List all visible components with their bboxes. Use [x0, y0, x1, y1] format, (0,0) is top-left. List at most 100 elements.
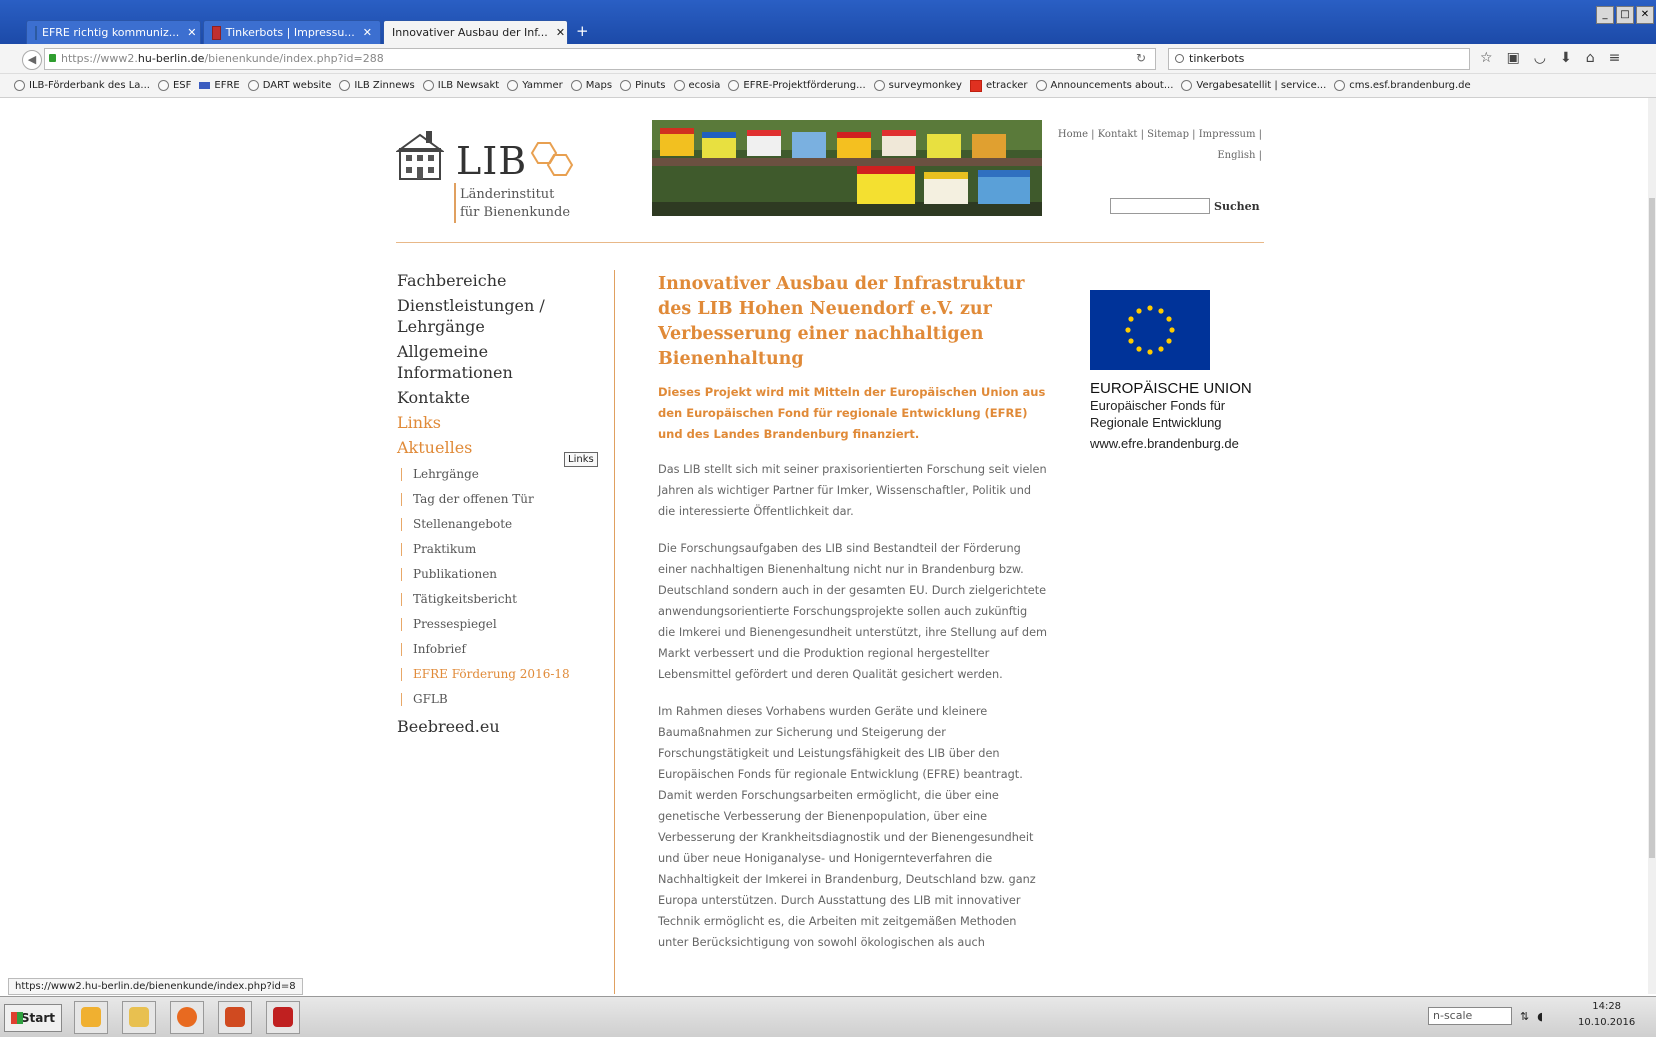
globe-icon: [157, 80, 169, 91]
scrollbar[interactable]: [1648, 98, 1656, 994]
bookmarks-toolbar: ILB-Förderbank des La... ESF EFRE DART w…: [0, 74, 1656, 98]
utility-links-line[interactable]: Home | Kontakt | Sitemap | Impressum |: [1050, 124, 1262, 145]
download-icon[interactable]: ⬇: [1560, 50, 1572, 66]
sidebar-navigation: Fachbereiche Dienstleistungen / Lehrgäng…: [397, 270, 597, 741]
globe-icon: [14, 80, 25, 91]
site-search-button[interactable]: Suchen: [1214, 200, 1260, 213]
bookmark-label: cms.esf.brandenburg.de: [1349, 80, 1471, 91]
tab-tinkerbots[interactable]: Tinkerbots | Impressu... ✕: [203, 20, 381, 44]
bookmark-item[interactable]: Announcements about...: [1035, 80, 1173, 91]
bookmark-label: ILB Newsakt: [437, 80, 500, 91]
subnav-tag-der-offenen-tuer[interactable]: Tag der offenen Tür: [397, 487, 597, 512]
eu-subtitle: Europäischer Fonds für: [1090, 398, 1226, 413]
page-favicon-icon: [35, 25, 37, 40]
eu-website-link[interactable]: www.efre.brandenburg.de: [1090, 436, 1290, 451]
bookmark-item[interactable]: ecosia: [673, 80, 721, 91]
subnav-infobrief[interactable]: Infobrief: [397, 637, 597, 662]
volume-icon[interactable]: ◖: [1537, 1010, 1543, 1023]
bookmark-label: Yammer: [522, 80, 563, 91]
maximize-icon[interactable]: □: [1616, 6, 1634, 24]
main-article: Innovativer Ausbau der Infrastruktur des…: [658, 272, 1048, 969]
scrollbar-thumb[interactable]: [1649, 198, 1655, 858]
subnav-efre-foerderung[interactable]: EFRE Förderung 2016-18: [397, 662, 597, 687]
globe-icon: [1334, 80, 1346, 91]
subnav-taetigkeitsbericht[interactable]: Tätigkeitsbericht: [397, 587, 597, 612]
start-button[interactable]: Start: [4, 1004, 62, 1032]
close-tab-icon[interactable]: ✕: [363, 26, 372, 39]
nav-fachbereiche[interactable]: Fachbereiche: [397, 270, 597, 291]
url-path: /bienenkunde/index.php?id=288: [204, 52, 384, 65]
tab-active[interactable]: Innovativer Ausbau der Inf... ✕: [383, 20, 568, 44]
subnav-stellenangebote[interactable]: Stellenangebote: [397, 512, 597, 537]
star-icon[interactable]: ☆: [1480, 50, 1493, 66]
bookmark-label: ecosia: [688, 80, 721, 91]
bookmark-item[interactable]: Vergabesatellit | service...: [1181, 80, 1326, 91]
network-icon[interactable]: ⇅: [1520, 1010, 1529, 1023]
taskbar-app[interactable]: [218, 1001, 252, 1034]
pocket-icon[interactable]: ◡: [1534, 50, 1546, 66]
subnav-publikationen[interactable]: Publikationen: [397, 562, 597, 587]
taskbar-app[interactable]: [122, 1001, 156, 1034]
lock-icon: [49, 54, 56, 62]
bookmark-item[interactable]: EFRE: [199, 80, 240, 91]
page-favicon-icon: [212, 25, 221, 40]
bookmark-item[interactable]: DART website: [247, 80, 331, 91]
bookmark-item[interactable]: etracker: [969, 79, 1028, 92]
minimize-icon[interactable]: _: [1596, 6, 1614, 24]
bookmark-item[interactable]: ESF: [157, 80, 191, 91]
taskbar-app[interactable]: [266, 1001, 300, 1034]
beehive-banner-image: [652, 120, 1042, 216]
eu-subtitle: Regionale Entwicklung: [1090, 415, 1222, 430]
nav-kontakte[interactable]: Kontakte: [397, 387, 597, 408]
bookmark-item[interactable]: Maps: [570, 80, 612, 91]
menu-icon[interactable]: ≡: [1609, 50, 1621, 66]
new-tab-button[interactable]: +: [576, 20, 589, 44]
home-icon[interactable]: ⌂: [1586, 50, 1595, 66]
taskbar: Start n-scale ⇅ ◖ 14:28 10.10.2016: [0, 996, 1656, 1037]
close-window-icon[interactable]: ✕: [1636, 6, 1654, 24]
bookmark-label: Pinuts: [635, 80, 666, 91]
clock[interactable]: 14:28 10.10.2016: [1578, 999, 1635, 1031]
address-bar[interactable]: https://www2.hu-berlin.de/bienenkunde/in…: [44, 48, 1156, 70]
url-domain: hu-berlin.de: [137, 52, 205, 65]
bookmark-item[interactable]: EFRE-Projektförderung...: [728, 80, 866, 91]
logo-subtitle: Länderinstitut: [460, 187, 555, 202]
nav-links[interactable]: Links: [397, 412, 597, 433]
utility-links-line[interactable]: English |: [1050, 145, 1262, 166]
bookmark-item[interactable]: ILB-Förderbank des La...: [14, 80, 150, 91]
utility-links[interactable]: Home | Kontakt | Sitemap | Impressum | E…: [1050, 124, 1262, 166]
tab-efre[interactable]: EFRE richtig kommuniz... ✕: [26, 20, 201, 44]
reload-icon[interactable]: ↻: [1136, 51, 1146, 65]
taskbar-app[interactable]: [170, 1001, 204, 1034]
back-button[interactable]: ◀: [22, 50, 42, 70]
clipboard-icon[interactable]: ▣: [1507, 50, 1520, 66]
bookmark-item[interactable]: ILB Newsakt: [422, 80, 500, 91]
nav-allgemeine-informationen[interactable]: Allgemeine Informationen: [397, 341, 597, 383]
close-tab-icon[interactable]: ✕: [556, 26, 565, 39]
app-icon: [81, 1007, 101, 1027]
article-paragraph: Das LIB stellt sich mit seiner praxisori…: [658, 463, 1047, 518]
subnav-praktikum[interactable]: Praktikum: [397, 537, 597, 562]
taskbar-app[interactable]: [74, 1001, 108, 1034]
tray-input[interactable]: n-scale: [1428, 1007, 1512, 1025]
subnav-pressespiegel[interactable]: Pressespiegel: [397, 612, 597, 637]
start-label: Start: [20, 1011, 55, 1025]
site-search-input[interactable]: [1110, 198, 1210, 214]
nav-dienstleistungen[interactable]: Dienstleistungen / Lehrgänge: [397, 295, 597, 337]
eu-title: EUROPÄISCHE UNION: [1090, 380, 1252, 397]
bookmark-item[interactable]: surveymonkey: [873, 80, 962, 91]
subnav-gflb[interactable]: GFLB: [397, 687, 597, 712]
bookmark-item[interactable]: Pinuts: [620, 80, 666, 91]
browser-search-input[interactable]: tinkerbots: [1168, 48, 1470, 70]
eu-flag-icon: [1090, 290, 1210, 370]
bookmark-item[interactable]: ILB Zinnews: [339, 80, 415, 91]
clock-time: 14:28: [1592, 1001, 1622, 1012]
bookmark-item[interactable]: cms.esf.brandenburg.de: [1334, 80, 1471, 91]
tab-strip: EFRE richtig kommuniz... ✕ Tinkerbots | …: [26, 20, 589, 44]
logo-wordmark: LIB: [456, 139, 528, 183]
tab-label: Innovativer Ausbau der Inf...: [392, 26, 548, 39]
nav-beebreed[interactable]: Beebreed.eu: [397, 716, 597, 737]
search-icon: [1175, 54, 1184, 63]
close-tab-icon[interactable]: ✕: [187, 26, 196, 39]
bookmark-item[interactable]: Yammer: [507, 80, 563, 91]
